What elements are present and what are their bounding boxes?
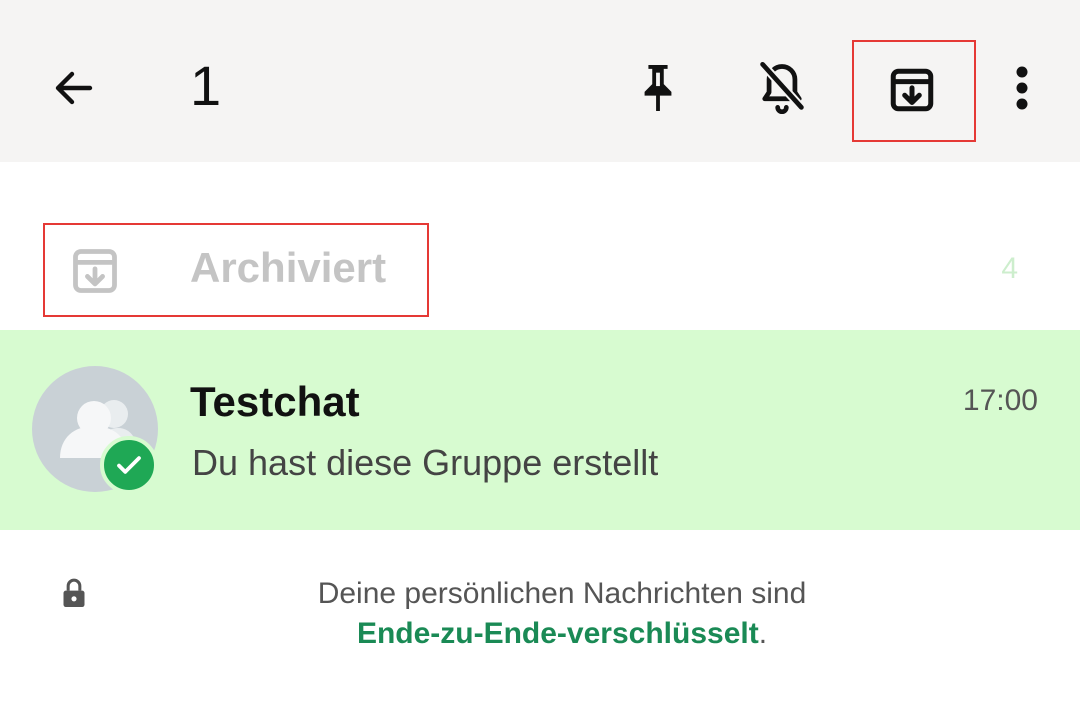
archive-button-highlight [852, 40, 976, 142]
mute-button[interactable] [752, 58, 812, 118]
selection-toolbar: 1 [0, 0, 1080, 162]
check-icon [117, 456, 141, 474]
chat-item-testchat[interactable]: Testchat 17:00 Du hast diese Gruppe erst… [0, 330, 1080, 530]
more-vertical-icon [1016, 66, 1028, 110]
chat-time: 17:00 [962, 384, 1038, 417]
encryption-text: Deine persönlichen Nachrichten sind Ende… [0, 574, 1080, 654]
selected-check-badge [100, 436, 158, 494]
encryption-link[interactable]: Ende-zu-Ende-verschlüsselt [357, 617, 759, 650]
encryption-line1: Deine persönlichen Nachrichten sind [317, 577, 807, 610]
chat-preview: Du hast diese Gruppe erstellt [192, 442, 659, 483]
selected-count: 1 [190, 54, 222, 117]
pin-button[interactable] [628, 58, 688, 118]
bell-off-icon [759, 61, 805, 115]
archived-count: 4 [1001, 252, 1018, 285]
pin-icon [644, 65, 672, 111]
archived-highlight [43, 223, 429, 317]
chat-name: Testchat [190, 378, 360, 425]
back-button[interactable] [44, 58, 104, 118]
encryption-period: . [758, 617, 768, 650]
arrow-left-icon [55, 71, 93, 105]
more-options-button[interactable] [998, 58, 1046, 118]
